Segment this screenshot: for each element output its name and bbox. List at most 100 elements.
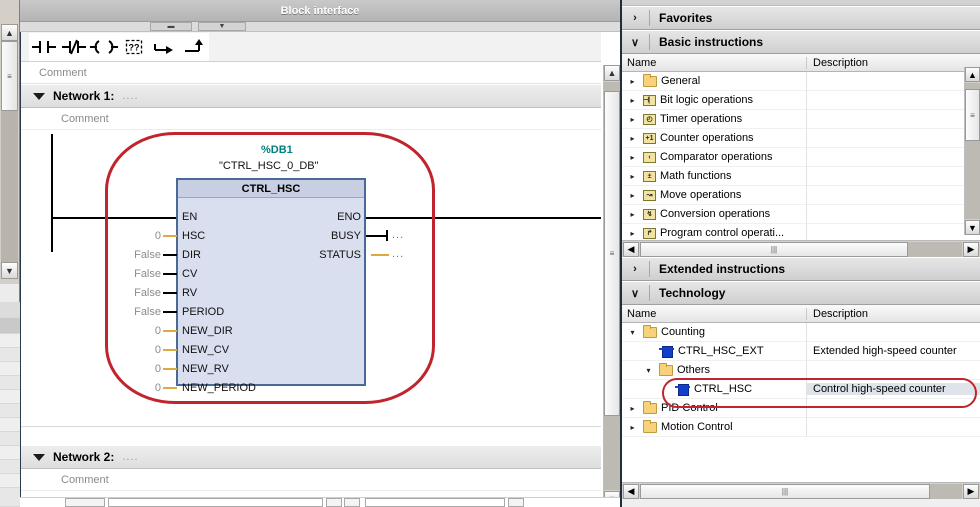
- scrollbar-thumb[interactable]: ≡: [1, 41, 18, 111]
- basic-tree-horizontal-scrollbar[interactable]: ◀ ||| ▶: [622, 240, 980, 257]
- section-header-basic-instructions[interactable]: ∨ Basic instructions: [622, 30, 980, 54]
- scrollbar-track[interactable]: |||: [640, 241, 962, 257]
- chevron-down-icon[interactable]: ∨: [627, 36, 643, 49]
- tree-row-label: Comparator operations: [660, 151, 773, 163]
- network-1-header[interactable]: Network 1: ....: [21, 84, 601, 108]
- tree-row-general[interactable]: ▸ General: [622, 72, 980, 91]
- chevron-right-icon[interactable]: ›: [627, 12, 643, 24]
- bottom-widget[interactable]: [365, 498, 505, 507]
- value-BUSY[interactable]: ...: [392, 229, 404, 241]
- tree-row-pid-control[interactable]: ▸ PID Control: [622, 398, 980, 418]
- scroll-down-arrow-icon[interactable]: ▼: [1, 262, 18, 279]
- chevron-right-icon[interactable]: ›: [627, 263, 643, 275]
- contact-nc-icon[interactable]: [59, 32, 89, 61]
- value-NEW_PERIOD[interactable]: 0: [111, 382, 161, 394]
- scroll-up-arrow-icon[interactable]: ▲: [965, 67, 980, 82]
- expand-twisty-icon[interactable]: ▸: [626, 210, 639, 219]
- scrollbar-track[interactable]: ≡: [1, 41, 18, 262]
- value-NEW_CV[interactable]: 0: [111, 344, 161, 356]
- tree-row-timer-operations[interactable]: ▸ ◴ Timer operations: [622, 109, 980, 129]
- close-branch-icon[interactable]: [179, 32, 209, 61]
- tree-row-counting[interactable]: ▾ Counting: [622, 323, 980, 342]
- scroll-down-arrow-icon[interactable]: ▼: [965, 220, 980, 235]
- scroll-left-arrow-icon[interactable]: ◀: [623, 241, 639, 257]
- section-header-favorites[interactable]: › Favorites: [622, 6, 980, 30]
- section-header-extended-instructions[interactable]: › Extended instructions: [622, 257, 980, 281]
- tree-row-others[interactable]: ▾ Others: [622, 360, 980, 380]
- value-NEW_DIR[interactable]: 0: [111, 325, 161, 337]
- tree-row-motion-control[interactable]: ▸ Motion Control: [622, 417, 980, 437]
- value-DIR[interactable]: False: [101, 249, 161, 261]
- pin-RV: RV: [182, 287, 198, 299]
- scrollbar-track[interactable]: ≡: [604, 82, 620, 490]
- open-branch-icon[interactable]: [149, 32, 179, 61]
- bottom-widget[interactable]: [326, 498, 342, 507]
- expand-twisty-icon[interactable]: ▸: [626, 153, 639, 162]
- bottom-widget[interactable]: [108, 498, 323, 507]
- expand-twisty-icon[interactable]: ▾: [642, 366, 655, 375]
- scrollbar-track[interactable]: |||: [640, 483, 962, 499]
- network-2-comment[interactable]: Comment: [21, 469, 601, 491]
- empty-box-icon[interactable]: ??: [119, 32, 149, 61]
- network-1-comment[interactable]: Comment: [21, 108, 601, 130]
- scroll-up-arrow-icon[interactable]: ▲: [1, 24, 18, 41]
- expand-twisty-icon[interactable]: ▸: [626, 423, 639, 432]
- wire-NEW_RV: [163, 368, 177, 370]
- expand-twisty-icon[interactable]: ▸: [626, 404, 639, 413]
- tree-row-comparator-operations[interactable]: ▸ ‹ Comparator operations: [622, 147, 980, 167]
- value-STATUS[interactable]: ...: [392, 248, 404, 260]
- block-comment[interactable]: Comment: [21, 62, 601, 84]
- tree-row-ctrl-hsc-ext[interactable]: CTRL_HSC_EXT Extended high-speed counter: [622, 341, 980, 361]
- expand-twisty-icon[interactable]: ▸: [626, 191, 639, 200]
- expand-twisty-icon[interactable]: ▾: [626, 328, 639, 337]
- grip-icon: ≡: [7, 71, 12, 81]
- value-PERIOD[interactable]: False: [101, 306, 161, 318]
- scroll-right-arrow-icon[interactable]: ▶: [963, 483, 979, 499]
- scrollbar-thumb[interactable]: ≡: [965, 89, 980, 141]
- expand-twisty-icon[interactable]: ▸: [626, 172, 639, 181]
- expand-twisty-icon[interactable]: ▸: [626, 229, 639, 238]
- scroll-left-arrow-icon[interactable]: ◀: [623, 483, 639, 499]
- bottom-widget[interactable]: [508, 498, 524, 507]
- interface-resize-handle[interactable]: ▬: [150, 22, 192, 31]
- value-CV[interactable]: False: [101, 268, 161, 280]
- tree-row-label: Timer operations: [660, 113, 743, 125]
- technology-tree[interactable]: ▾ Counting CTRL_HSC_EXT Extended high-speed…: [622, 323, 980, 482]
- far-left-vertical-scrollbar[interactable]: ▲ ≡ ▼: [0, 0, 20, 284]
- section-header-technology[interactable]: ∨ Technology: [622, 281, 980, 305]
- instruction-group-icon: ↝: [643, 189, 656, 201]
- basic-tree-vertical-scrollbar[interactable]: ▲ ≡ ▼: [964, 67, 980, 235]
- bottom-widget[interactable]: [65, 498, 105, 507]
- chevron-down-icon[interactable]: ∨: [627, 287, 643, 300]
- scrollbar-thumb[interactable]: |||: [640, 241, 908, 257]
- network-1-canvas[interactable]: %DB1 "CTRL_HSC_0_DB" CTRL_HSC EN HSC DIR…: [21, 130, 601, 404]
- coil-icon[interactable]: [89, 32, 119, 61]
- expand-twisty-icon[interactable]: ▸: [626, 77, 639, 86]
- bottom-widget[interactable]: [344, 498, 360, 507]
- scroll-up-arrow-icon[interactable]: ▲: [604, 65, 620, 81]
- value-NEW_RV[interactable]: 0: [111, 363, 161, 375]
- expand-twisty-icon[interactable]: ▸: [626, 96, 639, 105]
- scrollbar-thumb[interactable]: ≡: [604, 91, 620, 416]
- basic-instructions-tree[interactable]: ▸ General ▸ ⊣⎸ Bit logic operations ▸ ◴ Timer o…: [622, 72, 980, 240]
- expand-twisty-icon[interactable]: ▸: [626, 134, 639, 143]
- tree-row-conversion-operations[interactable]: ▸ ↯ Conversion operations: [622, 204, 980, 224]
- tree-row-move-operations[interactable]: ▸ ↝ Move operations: [622, 185, 980, 205]
- expand-twisty-icon[interactable]: ▸: [626, 115, 639, 124]
- interface-collapse-handle[interactable]: ▼: [198, 22, 246, 31]
- tree-row-ctrl-hsc[interactable]: CTRL_HSC Control high-speed counter: [622, 379, 980, 399]
- tree-row-program-control-operati[interactable]: ▸ ↱ Program control operati...: [622, 223, 980, 240]
- network-2-header[interactable]: Network 2: ....: [21, 445, 601, 469]
- tree-row-math-functions[interactable]: ▸ ± Math functions: [622, 166, 980, 186]
- tree-row-bit-logic-operations[interactable]: ▸ ⊣⎸ Bit logic operations: [622, 90, 980, 110]
- value-HSC[interactable]: 0: [111, 230, 161, 242]
- technology-tree-horizontal-scrollbar[interactable]: ◀ ||| ▶: [622, 482, 980, 499]
- collapse-triangle-icon[interactable]: [33, 92, 45, 100]
- contact-no-icon[interactable]: [29, 32, 59, 61]
- scroll-right-arrow-icon[interactable]: ▶: [963, 241, 979, 257]
- editor-vertical-scrollbar[interactable]: ▲ ≡ ▼: [603, 65, 620, 507]
- value-RV[interactable]: False: [101, 287, 161, 299]
- collapse-triangle-icon[interactable]: [33, 453, 45, 461]
- scrollbar-thumb[interactable]: |||: [640, 483, 930, 499]
- tree-row-counter-operations[interactable]: ▸ +1 Counter operations: [622, 128, 980, 148]
